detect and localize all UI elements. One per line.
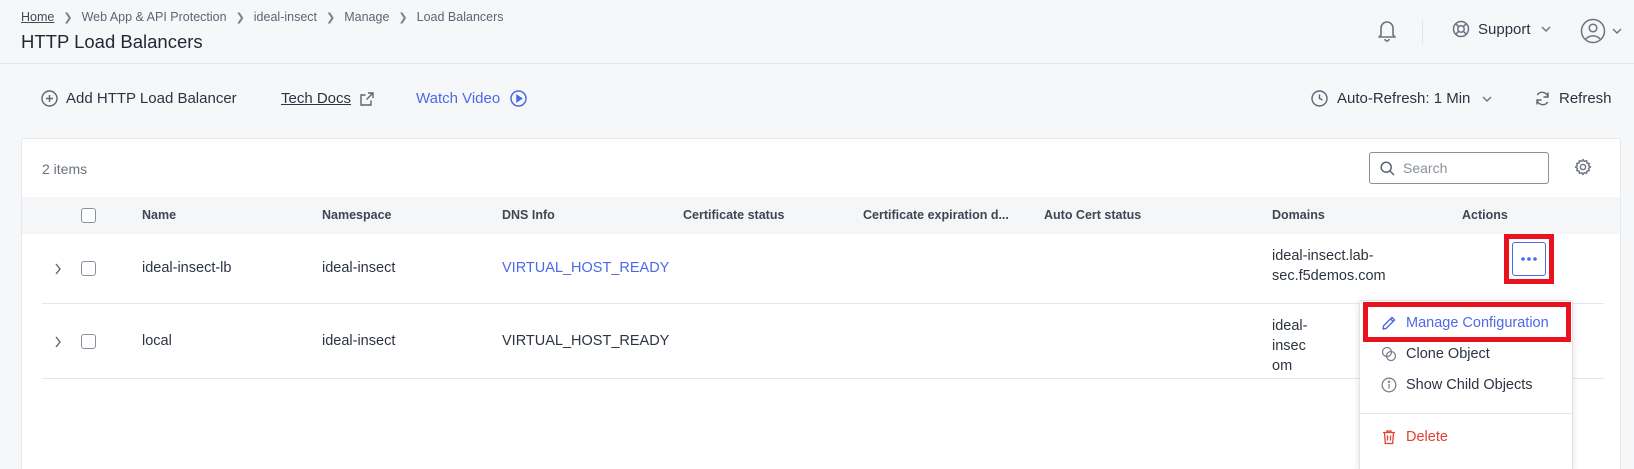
row-checkbox[interactable] — [81, 334, 96, 349]
row-actions-button[interactable] — [1512, 242, 1546, 276]
column-header-domains[interactable]: Domains — [1272, 208, 1325, 222]
tech-docs-link[interactable]: Tech Docs — [281, 90, 374, 107]
info-icon — [1381, 377, 1397, 393]
chevron-down-icon — [1541, 26, 1551, 32]
more-horizontal-icon — [1521, 257, 1537, 261]
chevron-down-icon — [1482, 96, 1492, 102]
row-name[interactable]: ideal-insect-lb — [142, 260, 231, 276]
chevron-right-icon: ❯ — [235, 11, 245, 24]
search-box[interactable] — [1369, 152, 1549, 184]
menu-item-clone-object[interactable]: Clone Object — [1360, 338, 1572, 370]
toolbar: Add HTTP Load Balancer Tech Docs Watch V… — [0, 82, 1634, 122]
chevron-right-icon[interactable] — [54, 262, 62, 278]
domain-line: ideal- — [1272, 318, 1308, 334]
chevron-right-icon: ❯ — [63, 11, 73, 24]
trash-icon — [1383, 430, 1395, 445]
tech-docs-label: Tech Docs — [281, 90, 352, 107]
select-all-checkbox[interactable] — [81, 208, 96, 223]
user-avatar-icon — [1580, 18, 1606, 44]
table-header: Name Namespace DNS Info Certificate stat… — [22, 197, 1620, 234]
column-header-certificate-status[interactable]: Certificate status — [683, 208, 784, 222]
table-row[interactable]: ideal-insect-lb ideal-insect VIRTUAL_HOS… — [42, 234, 1604, 304]
row-namespace: ideal-insect — [322, 260, 396, 276]
breadcrumb-namespace[interactable]: ideal-insect — [254, 10, 317, 24]
menu-item-delete[interactable]: Delete — [1360, 421, 1572, 453]
item-count: 2 items — [42, 161, 88, 177]
play-circle-icon — [510, 90, 527, 107]
support-menu[interactable]: Support — [1452, 20, 1559, 38]
chevron-down-icon — [1612, 28, 1622, 34]
highlight-frame-manage-configuration — [1363, 302, 1571, 342]
bell-icon[interactable] — [1375, 17, 1399, 43]
row-dns-info-link[interactable]: VIRTUAL_HOST_READY — [502, 260, 669, 276]
row-domains: ideal- insec om — [1272, 316, 1307, 376]
chevron-right-icon: ❯ — [398, 11, 408, 24]
breadcrumb: Home ❯ Web App & API Protection ❯ ideal-… — [21, 10, 504, 24]
support-label: Support — [1478, 20, 1531, 38]
row-checkbox[interactable] — [81, 261, 96, 276]
chevron-right-icon[interactable] — [54, 335, 62, 351]
clone-icon — [1381, 346, 1397, 362]
column-header-auto-cert-status[interactable]: Auto Cert status — [1044, 208, 1141, 222]
menu-item-label: Show Child Objects — [1406, 377, 1533, 393]
column-header-name[interactable]: Name — [142, 208, 176, 222]
chevron-right-icon: ❯ — [326, 11, 336, 24]
add-load-balancer-label: Add HTTP Load Balancer — [66, 90, 237, 107]
refresh-label: Refresh — [1559, 90, 1612, 107]
auto-refresh-select[interactable]: Auto-Refresh: 1 Min — [1311, 90, 1492, 107]
add-load-balancer-button[interactable]: Add HTTP Load Balancer — [41, 90, 237, 107]
watch-video-link[interactable]: Watch Video — [416, 90, 527, 107]
watch-video-label: Watch Video — [416, 90, 501, 107]
column-header-dns-info[interactable]: DNS Info — [502, 208, 555, 222]
breadcrumb-web-app[interactable]: Web App & API Protection — [82, 10, 227, 24]
menu-divider — [1360, 413, 1572, 414]
column-header-certificate-expiration[interactable]: Certificate expiration d... — [863, 208, 1009, 222]
breadcrumb-load-balancers: Load Balancers — [416, 10, 504, 24]
clock-icon — [1311, 90, 1328, 107]
menu-item-label: Delete — [1406, 429, 1448, 445]
add-circle-icon — [41, 90, 58, 107]
breadcrumb-manage[interactable]: Manage — [344, 10, 389, 24]
search-icon — [1380, 160, 1395, 176]
row-name[interactable]: local — [142, 333, 172, 349]
domain-line: sec.f5demos.com — [1272, 268, 1386, 284]
breadcrumb-home[interactable]: Home — [21, 10, 54, 24]
column-header-namespace[interactable]: Namespace — [322, 208, 392, 222]
domain-line: insec — [1272, 338, 1306, 354]
user-menu[interactable] — [1580, 18, 1622, 44]
row-dns-info: VIRTUAL_HOST_READY — [502, 333, 670, 349]
refresh-button[interactable]: Refresh — [1534, 90, 1612, 107]
search-input[interactable] — [1403, 160, 1533, 176]
column-header-actions: Actions — [1462, 208, 1508, 222]
external-link-icon — [360, 91, 374, 106]
domain-line: om — [1272, 358, 1293, 374]
refresh-icon — [1536, 91, 1549, 106]
menu-item-label: Clone Object — [1406, 346, 1490, 362]
page-header: Home ❯ Web App & API Protection ❯ ideal-… — [0, 0, 1634, 64]
row-namespace: ideal-insect — [322, 333, 396, 349]
page-title: HTTP Load Balancers — [21, 31, 203, 52]
menu-item-show-child-objects[interactable]: Show Child Objects — [1360, 369, 1572, 401]
lifebuoy-icon — [1452, 20, 1470, 38]
gear-icon[interactable] — [1574, 158, 1592, 179]
domain-line: ideal-insect.lab- — [1272, 248, 1374, 264]
header-divider — [1422, 20, 1423, 44]
row-domains: ideal-insect.lab- sec.f5demos.com — [1272, 246, 1386, 286]
auto-refresh-label: Auto-Refresh: 1 Min — [1337, 90, 1471, 107]
